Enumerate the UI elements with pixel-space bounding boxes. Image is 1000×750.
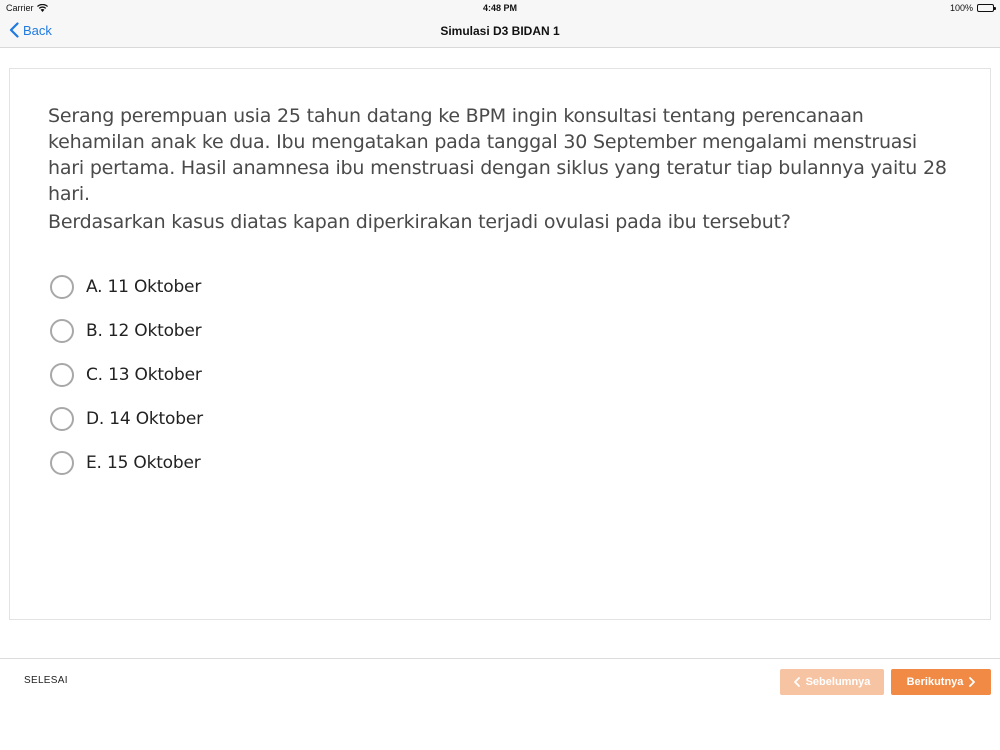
answer-options: A. 11 Oktober B. 12 Oktober C. 13 Oktobe… xyxy=(50,265,203,485)
question-card: Serang perempuan usia 25 tahun datang ke… xyxy=(9,68,991,620)
battery-icon xyxy=(977,4,996,12)
previous-label: Sebelumnya xyxy=(805,676,871,688)
option-label: E. 15 Oktober xyxy=(86,453,201,473)
next-button[interactable]: Berikutnya xyxy=(891,669,991,695)
option-label: D. 14 Oktober xyxy=(86,409,203,429)
option-a[interactable]: A. 11 Oktober xyxy=(50,265,203,309)
battery-status: 100% xyxy=(949,3,996,13)
navigation-bar: Back Simulasi D3 BIDAN 1 xyxy=(0,16,1000,48)
chevron-right-icon xyxy=(969,677,976,687)
radio-button[interactable] xyxy=(50,363,74,387)
option-b[interactable]: B. 12 Oktober xyxy=(50,309,203,353)
status-clock: 4:48 PM xyxy=(482,3,517,13)
radio-button[interactable] xyxy=(50,319,74,343)
option-label: B. 12 Oktober xyxy=(86,321,202,341)
bottom-toolbar: SELESAI Sebelumnya Berikutnya xyxy=(0,658,1000,750)
question-prompt: Berdasarkan kasus diatas kapan diperkira… xyxy=(48,211,791,233)
status-bar: Carrier 4:48 PM 100% xyxy=(0,0,1000,16)
option-c[interactable]: C. 13 Oktober xyxy=(50,353,203,397)
page-title: Simulasi D3 BIDAN 1 xyxy=(440,24,560,38)
option-d[interactable]: D. 14 Oktober xyxy=(50,397,203,441)
option-e[interactable]: E. 15 Oktober xyxy=(50,441,203,485)
next-label: Berikutnya xyxy=(906,676,964,688)
radio-button[interactable] xyxy=(50,407,74,431)
chevron-left-icon xyxy=(793,677,800,687)
option-label: A. 11 Oktober xyxy=(86,277,202,297)
radio-button[interactable] xyxy=(50,451,74,475)
previous-button[interactable]: Sebelumnya xyxy=(780,669,884,695)
battery-percent: 100% xyxy=(949,3,973,13)
radio-button[interactable] xyxy=(50,275,74,299)
option-label: C. 13 Oktober xyxy=(86,365,202,385)
finish-button[interactable]: SELESAI xyxy=(24,675,68,686)
question-text: Serang perempuan usia 25 tahun datang ke… xyxy=(48,105,947,205)
